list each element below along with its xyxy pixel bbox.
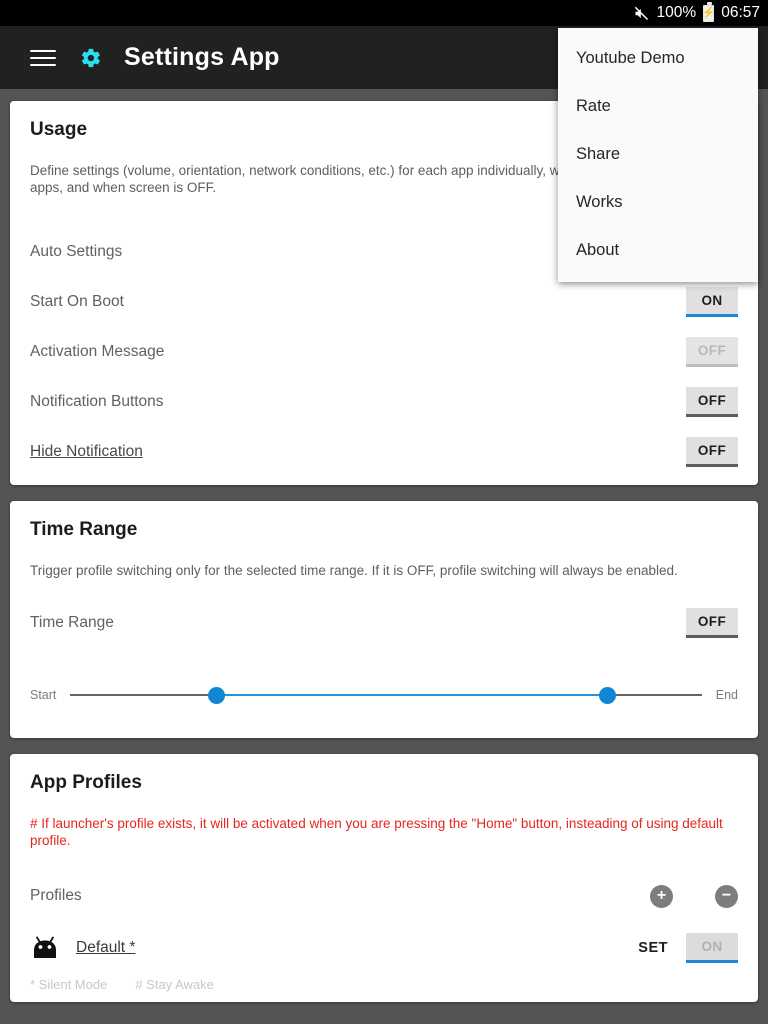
slider-thumb-start[interactable] (207, 686, 225, 704)
battery-percent-label: 100% (656, 4, 697, 21)
gear-icon (80, 47, 102, 69)
slider-track[interactable] (70, 684, 702, 706)
toggle-start-on-boot[interactable]: ON (686, 286, 738, 317)
clock-label: 06:57 (721, 4, 760, 21)
plus-circle-icon[interactable]: + (650, 884, 673, 908)
volume-off-icon (633, 5, 650, 22)
slider-thumb-end[interactable] (599, 686, 617, 704)
menu-item-youtube-demo[interactable]: Youtube Demo (558, 34, 758, 82)
slider-fill (215, 693, 608, 696)
row-notification-buttons[interactable]: Notification Buttons OFF (30, 377, 738, 427)
row-hide-notification[interactable]: Hide Notification OFF (30, 427, 738, 477)
menu-item-share[interactable]: Share (558, 130, 758, 178)
overflow-menu: Youtube Demo Rate Share Works About (558, 28, 758, 282)
time-range-card-description: Trigger profile switching only for the s… (30, 562, 678, 578)
app-profiles-card: App Profiles # If launcher's profile exi… (10, 753, 758, 1003)
profile-list-item[interactable]: Default * SET ON (30, 921, 738, 975)
time-range-card: Time Range Trigger profile switching onl… (10, 500, 758, 738)
row-profiles: Profiles + − (30, 871, 738, 921)
menu-item-works[interactable]: Works (558, 178, 758, 226)
menu-item-about[interactable]: About (558, 226, 758, 274)
row-label-hide-notification[interactable]: Hide Notification (30, 443, 143, 461)
time-range-slider[interactable]: Start End (30, 678, 738, 712)
row-label-profiles: Profiles (30, 887, 82, 905)
row-label-time-range: Time Range (30, 613, 114, 631)
profile-name-label[interactable]: Default * (76, 939, 135, 957)
row-time-range[interactable]: Time Range OFF (30, 598, 738, 648)
minus-circle-icon[interactable]: − (715, 884, 738, 908)
hamburger-menu-icon[interactable] (30, 47, 56, 69)
profile-flag-silent-mode: * Silent Mode (30, 977, 108, 993)
row-label-activation-message: Activation Message (30, 342, 165, 360)
status-bar: 100% ⚡ 06:57 (0, 0, 768, 26)
row-label-notification-buttons: Notification Buttons (30, 392, 164, 410)
profile-flags: * Silent Mode # Stay Awake (30, 977, 738, 992)
battery-charging-icon: ⚡ (702, 2, 716, 22)
screen-root: 100% ⚡ 06:57 Settings App Usage Define s… (0, 0, 768, 1024)
android-robot-icon (30, 936, 60, 960)
time-range-card-title: Time Range (30, 518, 138, 540)
row-activation-message[interactable]: Activation Message OFF (30, 327, 738, 377)
toggle-time-range[interactable]: OFF (686, 607, 738, 638)
app-profiles-card-title: App Profiles (30, 771, 142, 793)
profile-toggle[interactable]: ON (686, 933, 738, 964)
profile-flag-stay-awake: # Stay Awake (135, 977, 214, 993)
row-label-auto-settings: Auto Settings (30, 242, 123, 260)
slider-end-label: End (715, 687, 738, 702)
toggle-activation-message[interactable]: OFF (686, 336, 738, 367)
menu-item-rate[interactable]: Rate (558, 82, 758, 130)
profile-set-button[interactable]: SET (638, 940, 668, 956)
page-title: Settings App (124, 43, 280, 71)
app-profiles-notice: # If launcher's profile exists, it will … (30, 815, 723, 848)
slider-start-label: Start (30, 687, 57, 702)
toggle-hide-notification[interactable]: OFF (686, 436, 738, 467)
row-label-start-on-boot: Start On Boot (30, 292, 124, 310)
toggle-notification-buttons[interactable]: OFF (686, 386, 738, 417)
row-start-on-boot[interactable]: Start On Boot ON (30, 277, 738, 327)
